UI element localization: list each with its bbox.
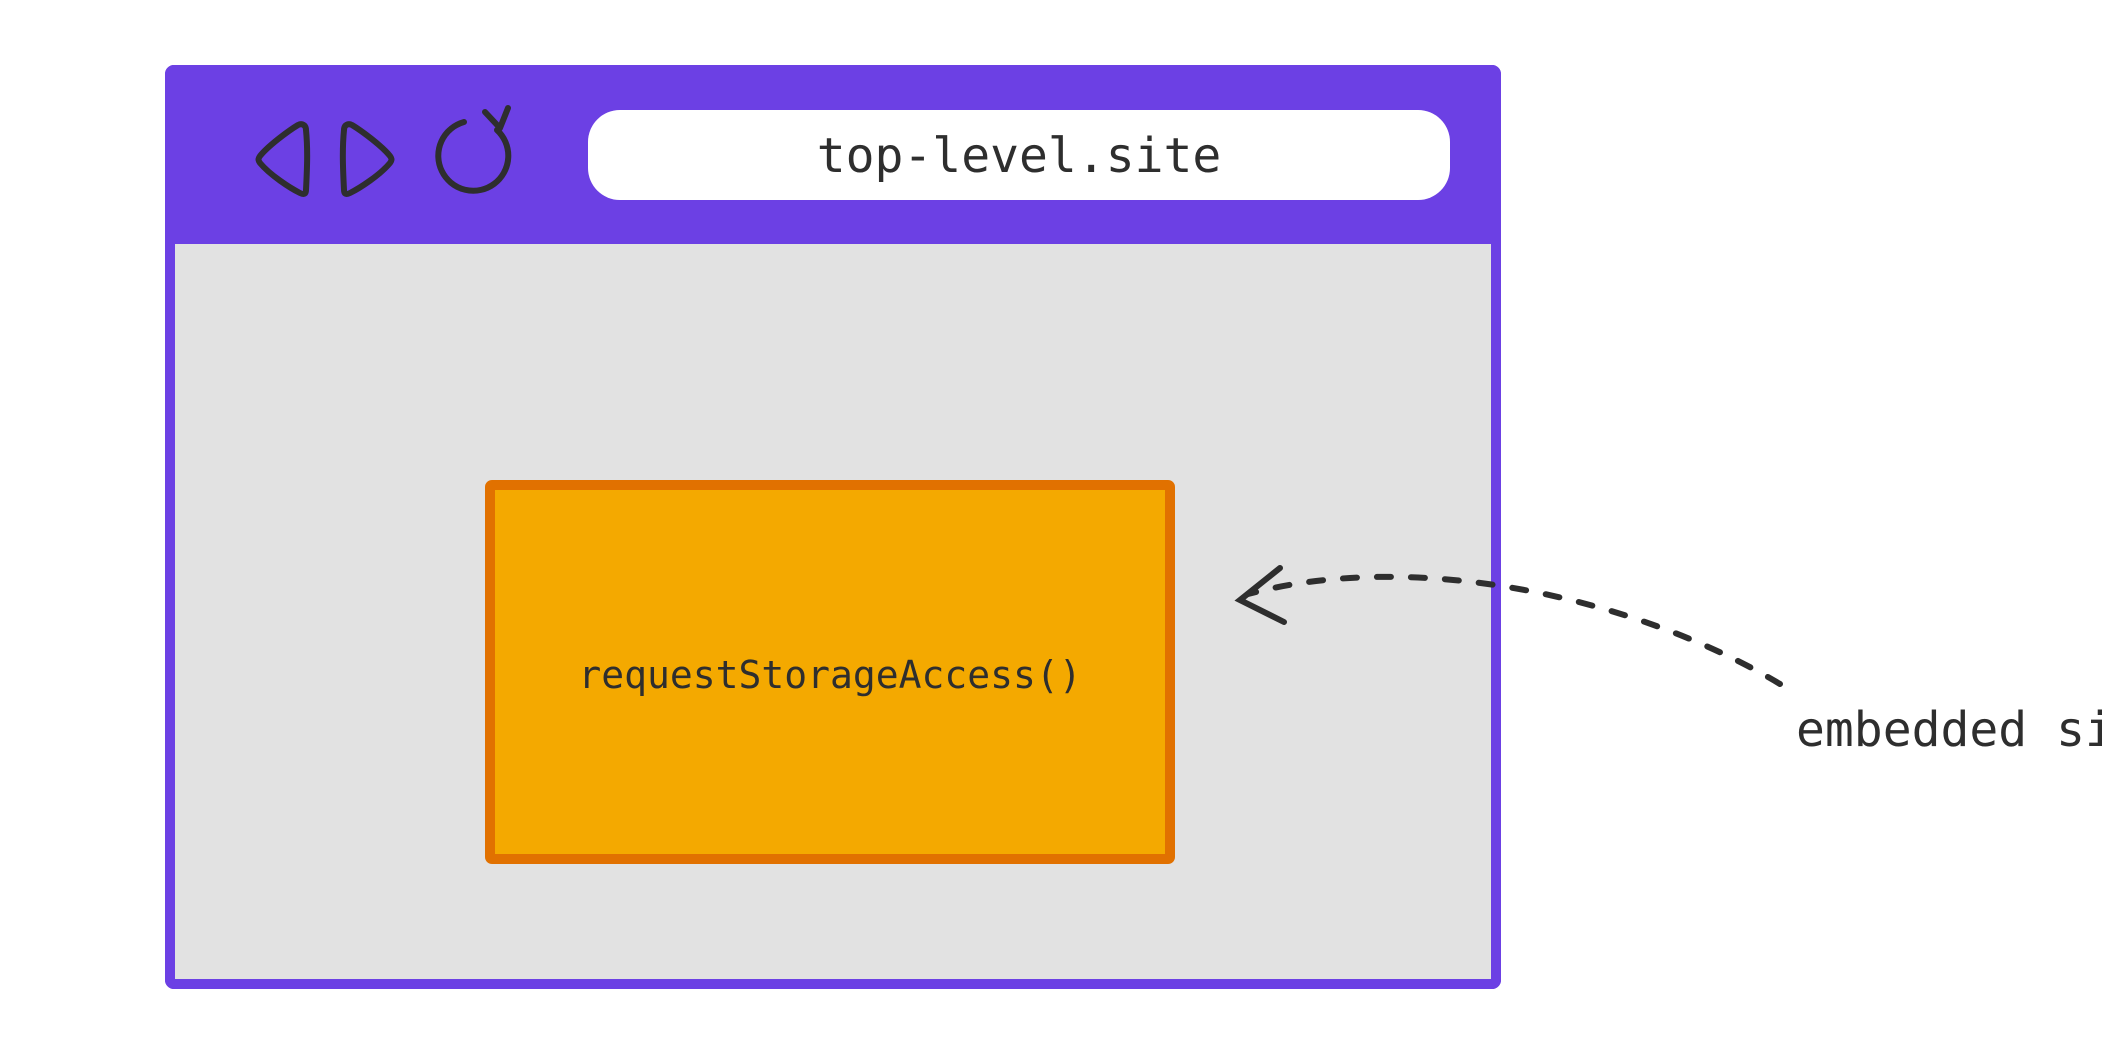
embedded-site-box: requestStorageAccess() xyxy=(490,485,1170,859)
embedded-site-code: requestStorageAccess() xyxy=(578,653,1081,697)
address-bar[interactable]: top-level.site xyxy=(588,110,1450,200)
annotation-label: embedded site xyxy=(1796,702,2102,758)
diagram-canvas: top-level.site requestStorageAccess() em… xyxy=(0,0,2102,1056)
address-bar-url: top-level.site xyxy=(817,128,1222,184)
